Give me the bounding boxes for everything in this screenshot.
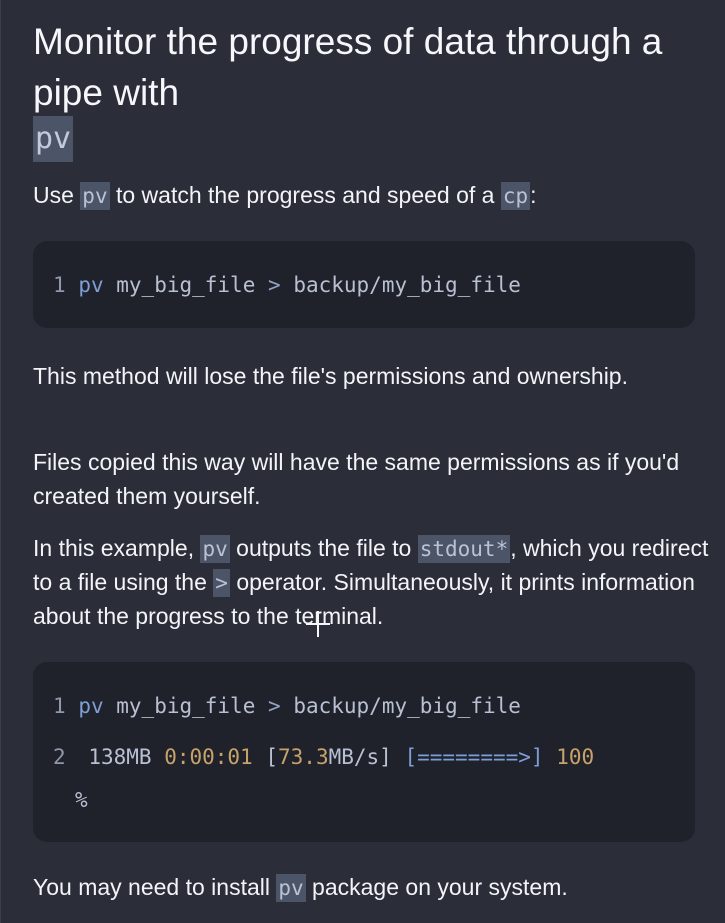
code-block-2[interactable]: 1 pv my_big_file > backup/my_big_file 2 … [33, 662, 695, 842]
transferred-size: 138MB [88, 745, 152, 769]
install-code-pv: pv [276, 874, 306, 902]
title-code-pv: pv [33, 116, 74, 162]
install-text-after: package on your system. [305, 874, 568, 900]
crosshair-cursor-icon [306, 611, 330, 637]
intro-text-after: : [530, 182, 537, 208]
same-permissions-paragraph: Files copied this way will have the same… [33, 449, 680, 509]
progress-bar-text: [========>] [404, 745, 544, 769]
code-line-1: 1 pv my_big_file > backup/my_big_file [53, 680, 521, 732]
intro-code-cp: cp [500, 182, 531, 210]
elapsed-time: 0:00:01 [164, 745, 253, 769]
code-line-2-wrap: % [75, 774, 88, 826]
code-block-1[interactable]: 1 pv my_big_file > backup/my_big_file [33, 241, 695, 328]
percent-value: 100 [556, 745, 595, 769]
example-text-2: outputs the file to [229, 535, 418, 561]
example-text-1: In this example, [33, 535, 201, 561]
line-number: 1 [53, 273, 66, 297]
code-line-2: 2 138MB 0:00:01 [73.3MB/s] [========>] 1… [53, 731, 594, 783]
title-line-1: Monitor the progress of data through a [33, 21, 663, 62]
line-number: 1 [53, 694, 66, 718]
redirect-operator: > [268, 273, 281, 297]
intro-text-middle: to watch the progress and speed of a [109, 182, 501, 208]
intro-code-pv: pv [80, 182, 110, 210]
redirect-operator: > [268, 694, 281, 718]
page-title: Monitor the progress of data through a p… [33, 16, 713, 118]
intro-text-before: Use [33, 182, 81, 208]
example-paragraph: In this example, pv outputs the file to … [33, 531, 713, 633]
rate-open: [ [265, 745, 279, 769]
command-pv: pv [78, 273, 104, 297]
rate-value: 73.3 [278, 745, 329, 769]
install-text-before: You may need to install [33, 874, 277, 900]
argument-source: my_big_file [116, 273, 256, 297]
code-line-1: 1 pv my_big_file > backup/my_big_file [53, 259, 521, 311]
argument-destination: backup/my_big_file [293, 273, 521, 297]
example-code-stdout: stdout* [417, 535, 511, 563]
intro-paragraph: Use pv to watch the progress and speed o… [33, 178, 713, 212]
example-code-redirect: > [213, 569, 230, 597]
command-pv: pv [78, 694, 104, 718]
documentation-page: Monitor the progress of data through a p… [0, 0, 725, 923]
example-code-pv: pv [200, 535, 230, 563]
argument-destination: backup/my_big_file [293, 694, 521, 718]
argument-source: my_big_file [116, 694, 256, 718]
rate-close: MB/s] [328, 745, 392, 769]
line-number: 2 [53, 745, 66, 769]
title-line-2: pipe with [33, 72, 180, 113]
install-paragraph: You may need to install pv package on yo… [33, 870, 713, 904]
permissions-paragraph: This method will lose the file's permiss… [33, 363, 628, 389]
percent-sign: % [75, 788, 88, 812]
